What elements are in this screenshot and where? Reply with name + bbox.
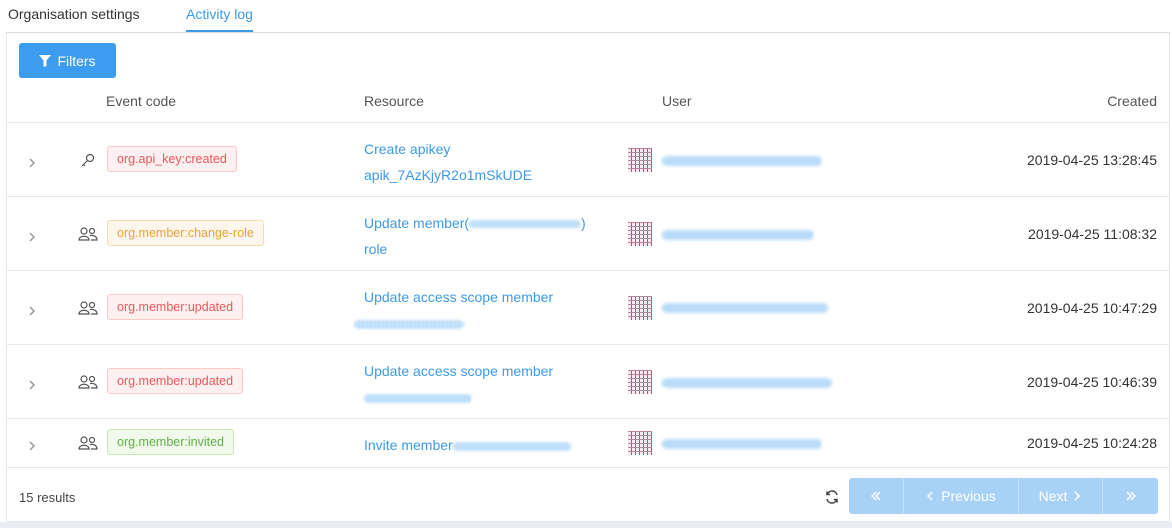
table-row[interactable]: org.member:invited Invite member 2019-04… (7, 419, 1169, 468)
user-name-redacted (662, 439, 822, 449)
created-timestamp: 2019-04-25 10:47:29 (1027, 300, 1157, 316)
user-name-redacted (662, 156, 822, 166)
event-code-badge: org.api_key:created (107, 146, 237, 172)
users-icon (78, 374, 98, 390)
created-timestamp: 2019-04-25 10:46:39 (1027, 374, 1157, 390)
avatar (628, 148, 652, 172)
table-row[interactable]: org.member:updated Update access scope m… (7, 345, 1169, 419)
redacted-member-name (452, 441, 571, 451)
event-code-badge: org.member:change-role (107, 220, 264, 246)
resource-line-1-text: Update member( (364, 215, 470, 231)
next-label: Next (1038, 488, 1068, 504)
redacted-member-name (364, 393, 472, 403)
resource-line-2: role (364, 241, 388, 257)
expand-row-chevron-icon[interactable] (27, 229, 37, 242)
page-bottom-frame (0, 522, 1172, 528)
event-code-badge: org.member:updated (107, 368, 244, 394)
table-row[interactable]: org.member:change-role Update member() r… (7, 197, 1169, 271)
redacted-member-name (469, 220, 582, 229)
resource-line-2 (354, 310, 553, 336)
tab-activity-log[interactable]: Activity log (186, 5, 253, 32)
user-name-redacted (662, 230, 814, 240)
chevron-left-icon (927, 491, 933, 501)
key-icon (78, 152, 98, 168)
user-name-redacted (662, 378, 832, 388)
resource-link[interactable]: Invite member (364, 432, 571, 458)
previous-label: Previous (941, 488, 996, 504)
created-timestamp: 2019-04-25 11:08:32 (1028, 226, 1157, 242)
filter-icon (39, 54, 52, 67)
event-code-badge: org.member:updated (107, 294, 244, 320)
resource-link[interactable]: Update access scope member (364, 358, 553, 410)
users-icon (78, 226, 98, 242)
filters-button-label: Filters (57, 52, 96, 69)
previous-page-button[interactable]: Previous (904, 478, 1019, 514)
user-name-redacted (662, 303, 828, 313)
resource-line-1: Invite member (364, 432, 571, 458)
resource-line-1: Update access scope member (364, 289, 554, 305)
created-timestamp: 2019-04-25 10:24:28 (1027, 435, 1157, 451)
resource-line-2 (364, 384, 553, 410)
activity-log-panel: Filters Event code Resource User Created… (6, 32, 1170, 522)
avatar (628, 370, 652, 394)
expand-row-chevron-icon[interactable] (27, 377, 37, 390)
double-chevron-left-icon (871, 491, 881, 501)
header-resource: Resource (364, 93, 424, 109)
avatar (628, 431, 652, 455)
resource-line-1: Create apikey (364, 141, 451, 157)
tab-organisation-settings[interactable]: Organisation settings (8, 5, 140, 23)
avatar (628, 222, 652, 246)
resource-link[interactable]: Update member() role (364, 210, 586, 262)
filters-button[interactable]: Filters (19, 43, 116, 78)
first-page-button[interactable] (849, 478, 904, 514)
tab-bar: Organisation settings Activity log (0, 0, 1172, 32)
expand-row-chevron-icon[interactable] (27, 438, 37, 451)
avatar (628, 296, 652, 320)
table-row[interactable]: org.member:updated Update access scope m… (7, 271, 1169, 345)
header-event-code: Event code (106, 93, 177, 109)
last-page-button[interactable] (1103, 478, 1158, 514)
expand-row-chevron-icon[interactable] (27, 303, 37, 316)
resource-line-1: Update member() (364, 210, 586, 236)
resource-link[interactable]: Update access scope member (354, 284, 554, 336)
resource-line-1: Update access scope member (364, 363, 554, 379)
event-code-badge: org.member:invited (107, 429, 234, 455)
resource-line-1-text: Invite member (364, 437, 453, 453)
double-chevron-right-icon (1125, 491, 1136, 501)
refresh-icon[interactable] (825, 490, 839, 504)
table-row[interactable]: org.api_key:created Create apikey apik_7… (7, 123, 1169, 197)
users-icon (78, 435, 98, 451)
resource-line-2: apik_7AzKjyR2o1mSkUDE (364, 167, 533, 183)
chevron-right-icon (1074, 491, 1081, 501)
resource-line-1-suffix: ) (581, 215, 586, 231)
header-user: User (662, 93, 692, 109)
expand-row-chevron-icon[interactable] (27, 155, 37, 168)
created-timestamp: 2019-04-25 13:28:45 (1027, 152, 1157, 168)
results-count: 15 results (19, 490, 76, 505)
resource-link[interactable]: Create apikey apik_7AzKjyR2o1mSkUDE (364, 136, 532, 188)
header-created: Created (1107, 93, 1157, 109)
tab-activity-log-label: Activity log (186, 6, 253, 22)
next-page-button[interactable]: Next (1019, 478, 1103, 514)
pagination: Previous Next (849, 478, 1158, 514)
users-icon (78, 300, 98, 316)
redacted-member-name (354, 319, 464, 329)
